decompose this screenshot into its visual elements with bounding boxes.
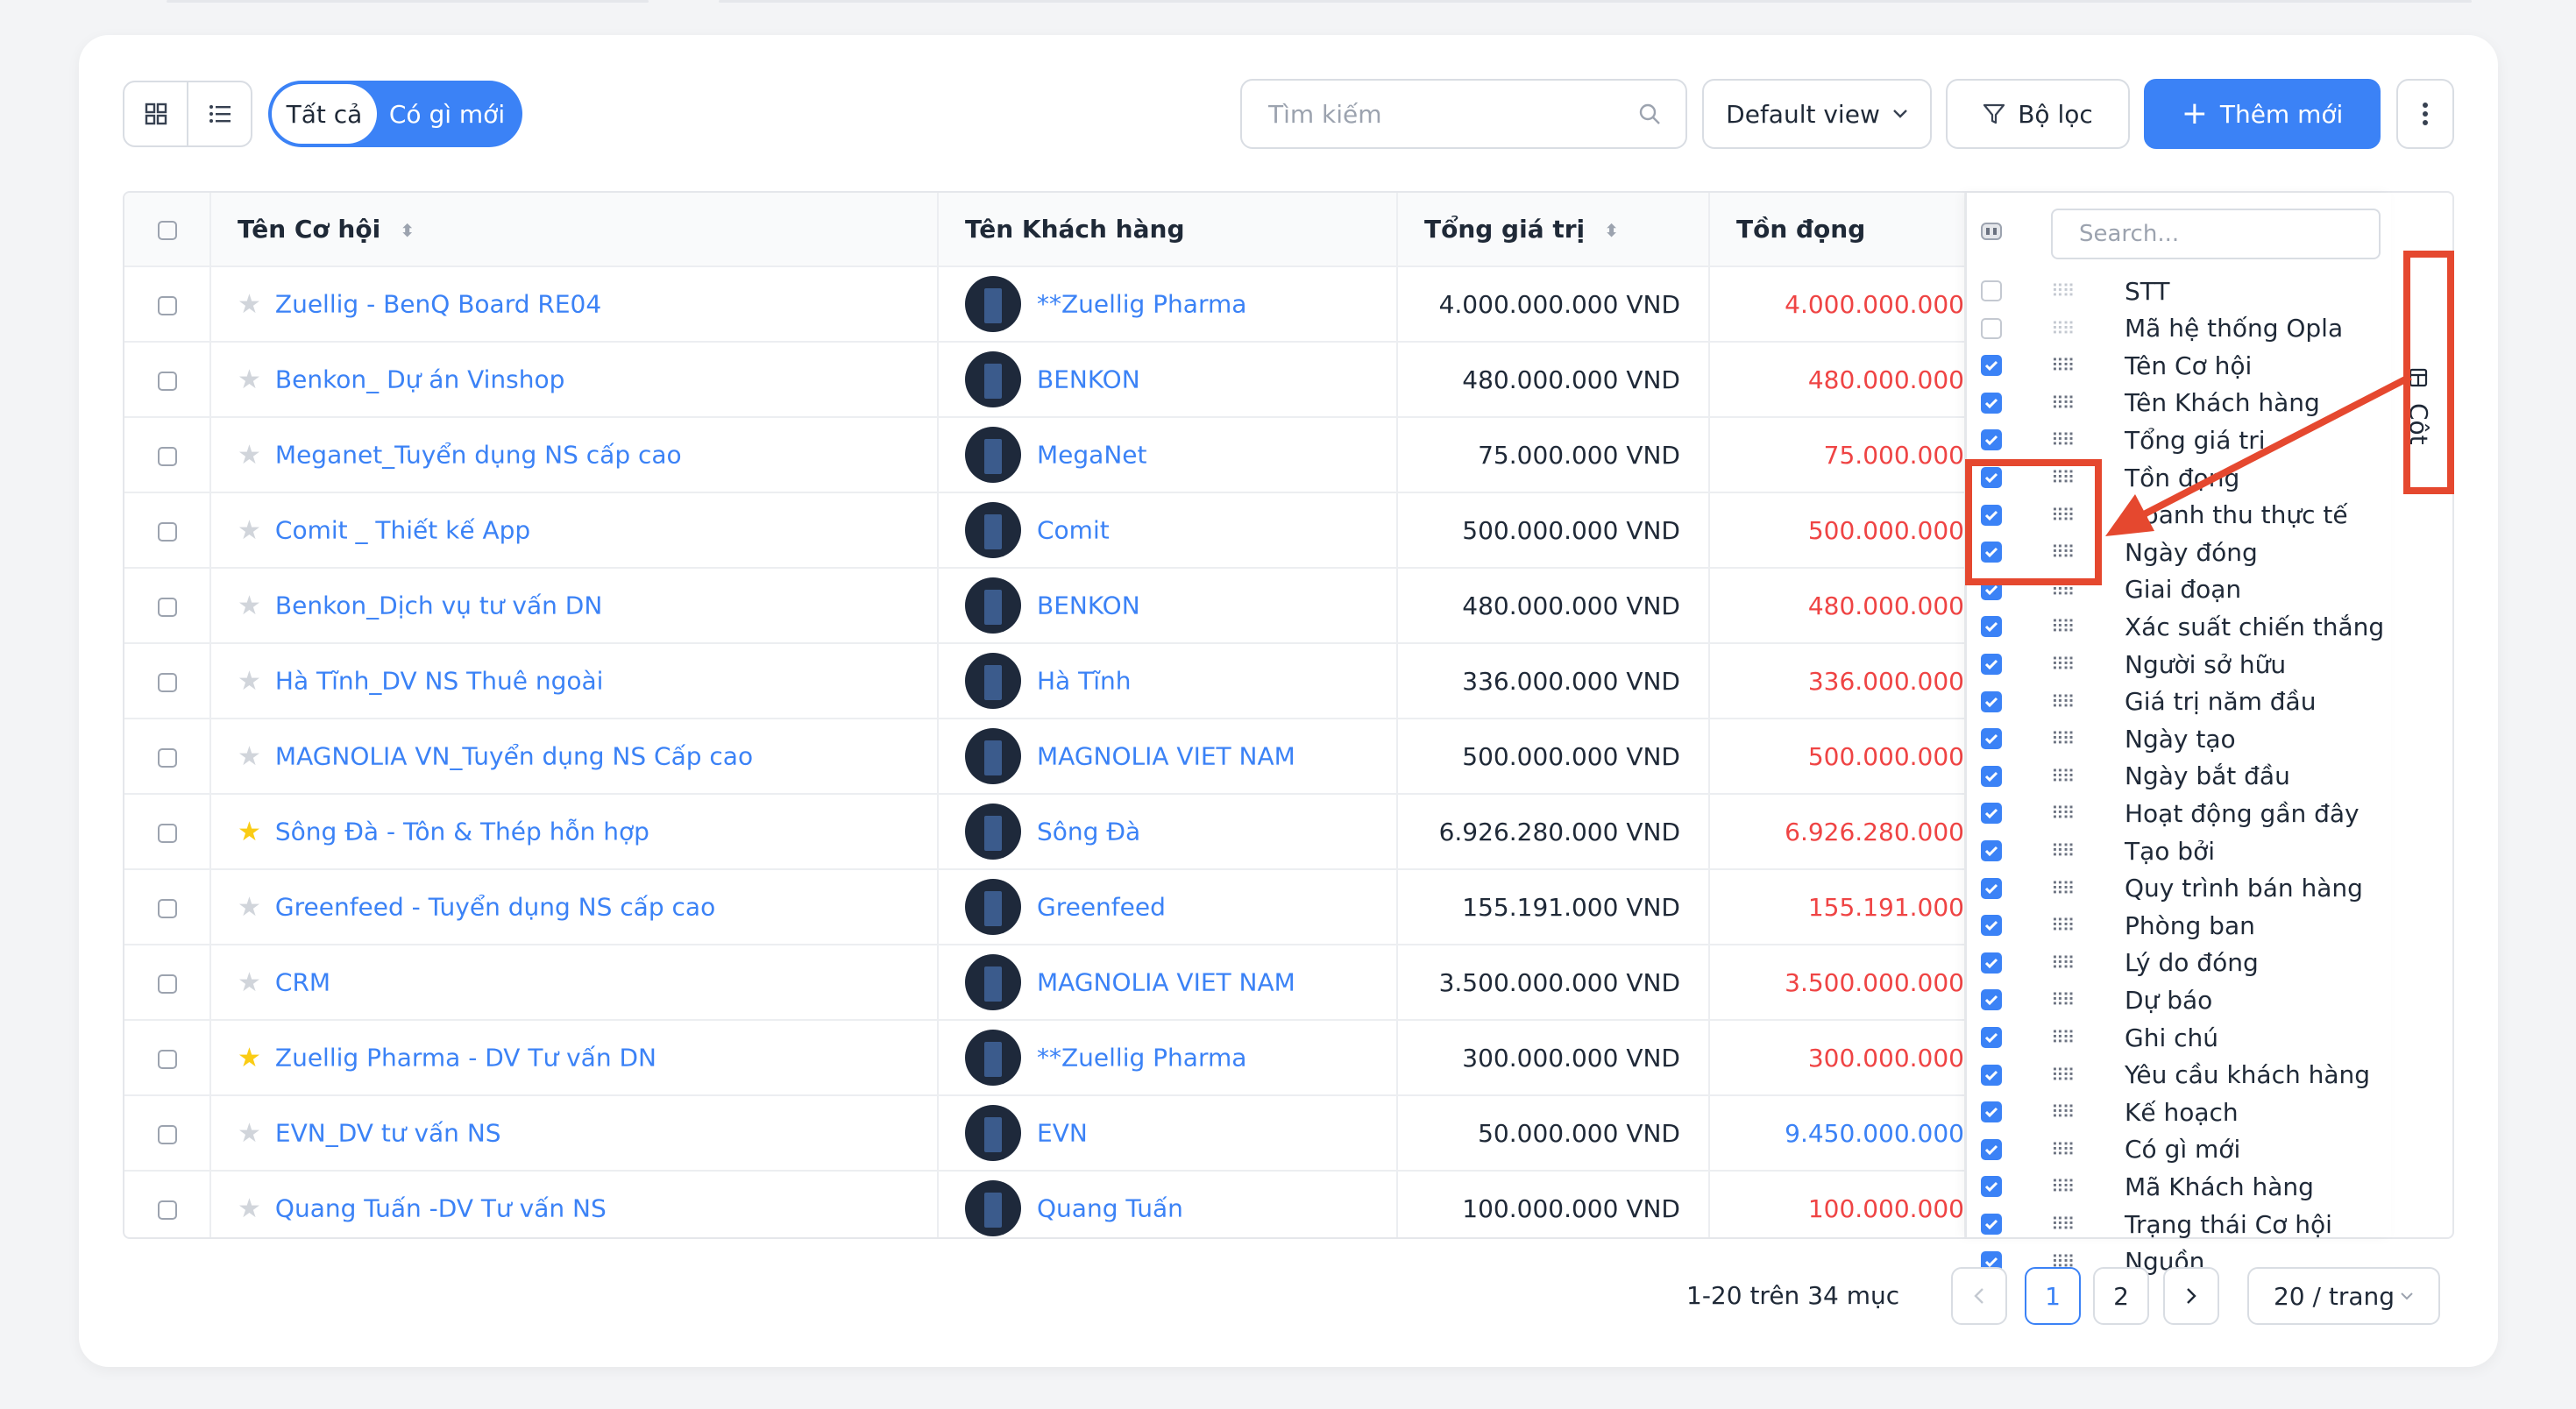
- page-size-label: 20 / trang: [2273, 1281, 2395, 1311]
- chevron-down-icon: [2401, 1292, 2413, 1300]
- chevron-left-icon: [1974, 1288, 1983, 1304]
- page-size-select[interactable]: 20 / trang: [2247, 1267, 2440, 1325]
- page-1-button[interactable]: 1: [2025, 1267, 2081, 1325]
- prev-page-button[interactable]: [1951, 1267, 2007, 1325]
- annotation-arrow: [2105, 373, 2412, 536]
- page-2-button[interactable]: 2: [2093, 1267, 2149, 1325]
- top-divider-left: [167, 0, 649, 3]
- pagination-summary: 1-20 trên 34 mục: [1686, 1281, 1900, 1310]
- next-page-button[interactable]: [2163, 1267, 2219, 1325]
- chevron-right-icon: [2187, 1288, 2196, 1304]
- main-card: Tất cả Có gì mới Default view Bộ lọc + T…: [79, 35, 2498, 1367]
- top-divider-right: [719, 0, 2472, 3]
